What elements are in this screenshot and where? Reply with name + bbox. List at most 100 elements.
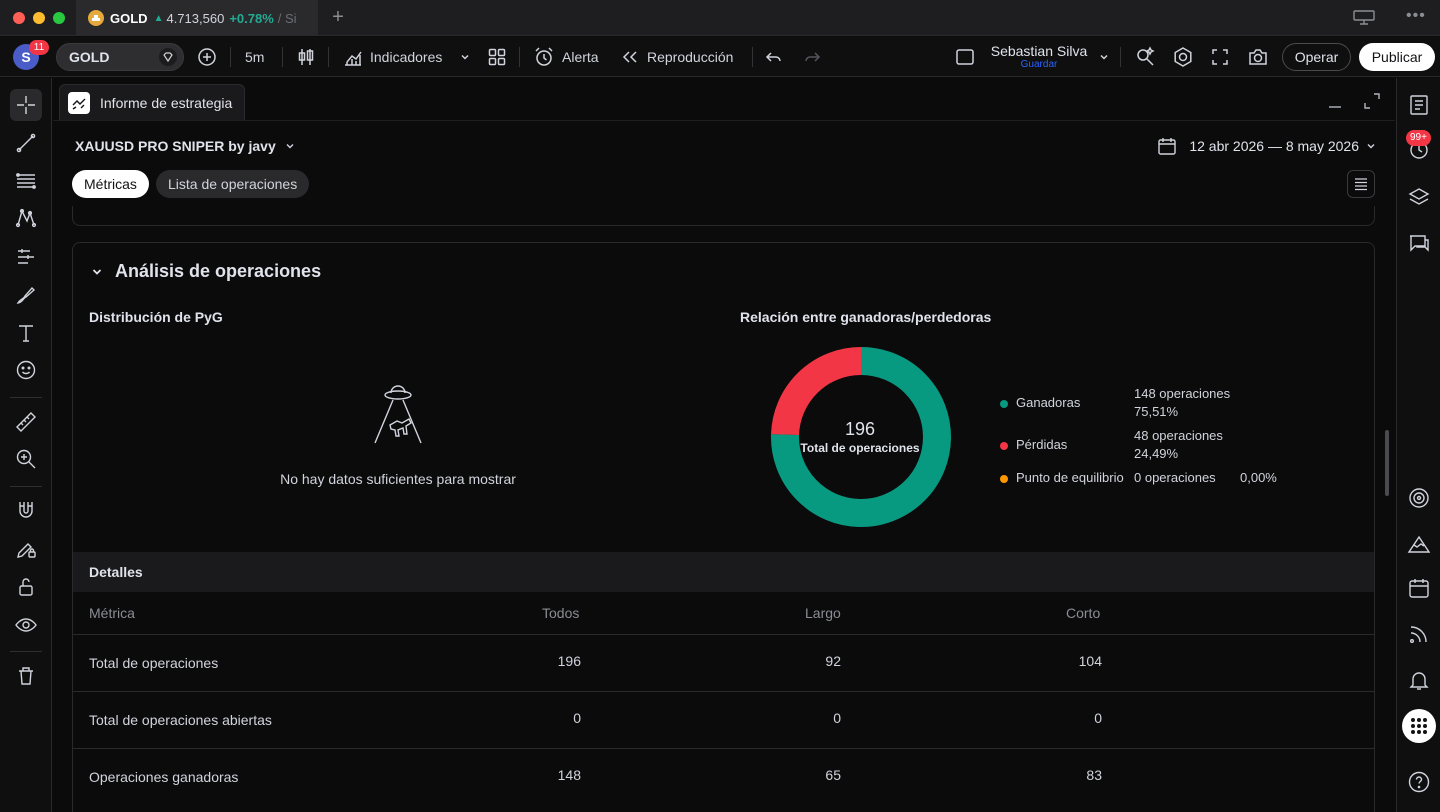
calendar-button[interactable] [1404,573,1434,603]
minimize-window-button[interactable] [33,12,45,24]
window-tabbar: GOLD ▲ 4.713,560 +0.78% / Si + ••• [0,0,1440,36]
chart-type-button[interactable] [296,37,316,77]
alerts-badge: 99+ [1406,130,1431,146]
scrollbar[interactable] [1385,430,1389,496]
more-icon[interactable]: ••• [1406,7,1426,25]
grid-icon [488,48,506,66]
tab-strategy-report[interactable]: Informe de estrategia [59,84,246,120]
column-settings-button[interactable] [1347,170,1375,198]
divider [282,47,283,67]
symbol-search-value: GOLD [69,49,110,65]
target-button[interactable] [1404,483,1434,513]
legend-percent: 75,51% [1134,404,1179,419]
legend-percent: 0,00% [1240,470,1277,485]
list-icon [1410,95,1428,115]
compare-button[interactable] [196,37,218,77]
delete-tool[interactable] [10,660,42,692]
chat-icon [1410,235,1429,252]
user-name: Sebastian Silva [990,43,1088,59]
details-header: Detalles [73,552,1374,592]
chat-button[interactable] [1404,228,1434,258]
date-range-selector[interactable]: 12 abr 2026 — 8 may 2026 [1157,136,1377,156]
notifications-button[interactable] [1404,665,1434,695]
tab-trade-list[interactable]: Lista de operaciones [156,170,310,198]
date-range-value: 12 abr 2026 — 8 may 2026 [1189,138,1359,154]
watchlist-button[interactable] [1404,90,1434,120]
maximize-panel-button[interactable] [1363,92,1381,115]
crosshair-tool[interactable] [10,89,42,121]
ufo-icon [374,385,422,444]
row-label: Operaciones ganadoras [89,769,239,785]
pattern-tool[interactable] [10,202,42,234]
trade-button[interactable]: Operar [1282,43,1351,71]
mountain-icon [1407,535,1431,553]
symbol-tab[interactable]: GOLD ▲ 4.713,560 +0.78% / Si [76,0,318,36]
trendline-tool[interactable] [10,127,42,159]
settings-button[interactable] [1172,37,1194,77]
apps-grid-icon [1411,718,1427,734]
measure-tool[interactable] [10,406,42,438]
section-toggle[interactable]: Análisis de operaciones [91,261,321,282]
ideas-button[interactable] [1404,529,1434,559]
layout-select-button[interactable] [955,37,975,77]
redo-button[interactable] [802,37,822,77]
col-long: Largo [805,605,841,621]
alert-button[interactable]: Alerta [533,37,599,77]
replay-button[interactable]: Reproducción [620,37,733,77]
legend-percent: 24,49% [1134,446,1179,461]
object-tree-button[interactable] [1404,182,1434,212]
legend-dot [1000,475,1008,483]
hide-tool[interactable] [10,609,42,641]
indicators-dropdown[interactable] [459,37,471,77]
maximize-window-button[interactable] [53,12,65,24]
undo-button[interactable] [764,37,784,77]
strategy-selector[interactable]: XAUUSD PRO SNIPER by javy [75,138,296,154]
quick-search-button[interactable] [1134,37,1156,77]
help-button[interactable] [1404,767,1434,797]
row-long: 0 [833,710,841,726]
pencil-lock-icon [17,543,36,558]
fib-tool[interactable] [10,165,42,197]
row-divider [73,691,1374,692]
templates-button[interactable] [487,37,507,77]
projection-tool[interactable] [10,241,42,273]
chevron-down-icon [92,268,102,275]
row-all: 148 [557,767,581,783]
rewind-icon [622,51,637,63]
col-metric: Métrica [89,605,135,621]
chevron-down-icon [1367,144,1375,149]
help-icon [1408,771,1430,793]
diamond-icon[interactable] [159,48,177,66]
emoji-tool[interactable] [10,354,42,386]
brush-icon [16,286,36,304]
layout-icon[interactable] [1352,9,1376,30]
lock-all-tool[interactable] [10,571,42,603]
up-arrow-icon: ▲ [153,12,164,24]
screenshot-button[interactable] [1247,37,1269,77]
news-button[interactable] [1404,619,1434,649]
publish-button[interactable]: Publicar [1359,43,1435,71]
text-tool[interactable] [10,317,42,349]
interval-button[interactable]: 5m [245,37,264,77]
replay-label: Reproducción [647,49,734,65]
lock-drawing-tool[interactable] [10,533,42,565]
fullscreen-button[interactable] [1210,37,1230,77]
zoom-tool[interactable] [10,443,42,475]
chevron-down-icon [1100,54,1108,60]
tab-metrics[interactable]: Métricas [72,170,149,198]
layout-dropdown[interactable] [1098,37,1110,77]
layout-name[interactable]: Sebastian Silva Guardar [989,43,1089,71]
brush-tool[interactable] [10,279,42,311]
minimize-panel-button[interactable] [1327,94,1343,115]
tab-change: +0.78% [229,10,274,26]
symbol-search[interactable]: GOLD [56,43,184,71]
save-link[interactable]: Guardar [989,59,1089,71]
apps-button[interactable] [1402,709,1436,743]
magnet-tool[interactable] [10,494,42,526]
indicators-button[interactable]: Indicadores [342,37,442,77]
new-tab-button[interactable]: + [328,7,348,28]
row-long: 65 [825,767,841,783]
row-divider [73,634,1374,635]
row-short: 104 [1078,653,1102,669]
close-window-button[interactable] [13,12,25,24]
